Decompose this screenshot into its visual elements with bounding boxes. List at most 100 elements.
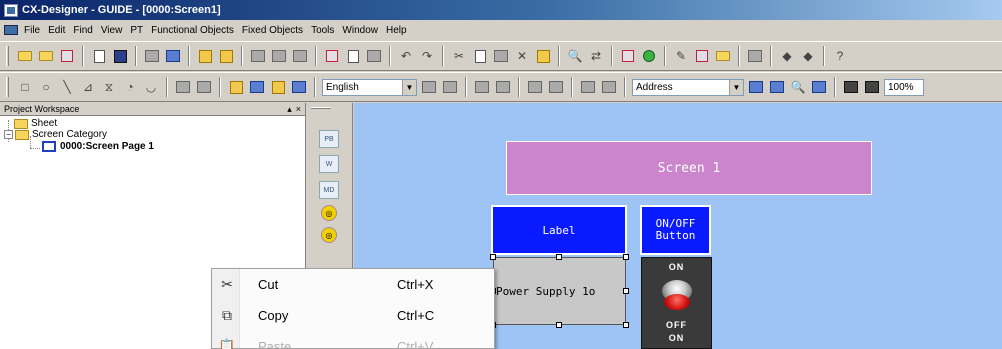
toolbar-grip-2[interactable]	[6, 77, 9, 97]
address-list-icon[interactable]	[768, 78, 786, 96]
resize-handle[interactable]	[623, 288, 629, 294]
screen-copy-icon[interactable]	[270, 47, 288, 65]
tree-item-sheet[interactable]: Sheet	[0, 118, 305, 129]
send-back-icon[interactable]	[248, 78, 266, 96]
paste-icon[interactable]	[492, 47, 510, 65]
context-menu-cut[interactable]: ✂ Cut Ctrl+X	[212, 269, 494, 299]
lamp-tool-icon[interactable]: ◎	[321, 205, 337, 221]
menu-pt[interactable]: PT	[126, 25, 147, 36]
grid-2-icon[interactable]	[863, 78, 881, 96]
redo-icon[interactable]: ↷	[418, 47, 436, 65]
show-2-icon[interactable]	[600, 78, 618, 96]
state-off-icon[interactable]	[494, 78, 512, 96]
menu-functional-objects[interactable]: Functional Objects	[147, 25, 238, 36]
align-left-icon[interactable]	[174, 78, 192, 96]
properties-icon[interactable]	[143, 47, 161, 65]
push-button-tool-icon[interactable]: PB	[319, 130, 339, 148]
copy-icon[interactable]	[471, 47, 489, 65]
print-icon[interactable]	[365, 47, 383, 65]
label-switch-icon[interactable]	[420, 78, 438, 96]
frame-icon[interactable]	[526, 78, 544, 96]
transfer-icon[interactable]	[164, 47, 182, 65]
library-icon[interactable]	[746, 47, 764, 65]
menu-window[interactable]: Window	[338, 25, 382, 36]
bring-front-icon[interactable]	[227, 78, 245, 96]
menu-file[interactable]: File	[20, 25, 44, 36]
resize-handle[interactable]	[556, 254, 562, 260]
polyline-icon[interactable]: ⊿	[79, 78, 97, 96]
chevron-down-icon[interactable]: ▼	[729, 79, 743, 95]
rectangle-icon[interactable]: □	[16, 78, 34, 96]
label-object[interactable]: Label	[491, 205, 627, 255]
ungroup-icon[interactable]	[290, 78, 308, 96]
tool-icon[interactable]: ✎	[672, 47, 690, 65]
test-icon[interactable]	[196, 47, 214, 65]
toggle-switch-object[interactable]: ON OFF ON	[641, 257, 712, 349]
print-preview-icon[interactable]	[344, 47, 362, 65]
grid-icon[interactable]	[842, 78, 860, 96]
address-table-icon[interactable]	[747, 78, 765, 96]
replace-icon[interactable]: ⇄	[587, 47, 605, 65]
bit-lamp-tool-icon[interactable]: ◎	[321, 227, 337, 243]
polygon-icon[interactable]: ⧖	[100, 78, 118, 96]
show-icon[interactable]	[579, 78, 597, 96]
save-icon[interactable]	[111, 47, 129, 65]
test-settings-icon[interactable]	[217, 47, 235, 65]
word-button-tool-icon[interactable]: W	[319, 155, 339, 173]
menu-tools[interactable]: Tools	[307, 25, 338, 36]
project-icon[interactable]	[58, 47, 76, 65]
resize-handle[interactable]	[556, 322, 562, 328]
tree-item-screen-page[interactable]: 0000:Screen Page 1	[0, 140, 305, 153]
language-select[interactable]: English ▼	[322, 78, 417, 96]
check-icon[interactable]	[619, 47, 637, 65]
address-select[interactable]: Address ▼	[632, 78, 744, 96]
select-icon[interactable]	[810, 78, 828, 96]
open-icon[interactable]	[37, 47, 55, 65]
status-icon[interactable]	[640, 47, 658, 65]
menu-help[interactable]: Help	[382, 25, 411, 36]
delete-icon[interactable]: ✕	[513, 47, 531, 65]
new-folder-icon[interactable]	[16, 47, 34, 65]
resize-handle[interactable]	[623, 322, 629, 328]
context-menu-paste[interactable]: 📋 Paste Ctrl+V	[212, 331, 494, 349]
settings-doc-icon[interactable]	[693, 47, 711, 65]
back-icon[interactable]: ◆	[778, 47, 796, 65]
pin-icon[interactable]: ▴	[287, 104, 292, 115]
circle-icon[interactable]: ○	[37, 78, 55, 96]
folder-icon[interactable]	[714, 47, 732, 65]
onoff-button-object[interactable]: ON/OFF Button	[640, 205, 711, 255]
align-right-icon[interactable]	[195, 78, 213, 96]
group-icon[interactable]	[269, 78, 287, 96]
resize-handle[interactable]	[623, 254, 629, 260]
context-menu-copy[interactable]: ⧉ Copy Ctrl+C	[212, 300, 494, 330]
zoom-select[interactable]: 100%	[884, 78, 924, 96]
multifunction-tool-icon[interactable]: MD	[319, 181, 339, 199]
chevron-down-icon[interactable]: ▼	[402, 79, 416, 95]
power-supply-object[interactable]: Power Supply 1o	[493, 257, 626, 325]
sector-icon[interactable]: ◔	[121, 78, 139, 96]
screen-title-object[interactable]: Screen 1	[506, 141, 872, 195]
zoom-icon[interactable]: 🔍	[789, 78, 807, 96]
toolbar-grip[interactable]	[6, 46, 9, 66]
menu-fixed-objects[interactable]: Fixed Objects	[238, 25, 307, 36]
cut-icon[interactable]: ✂	[450, 47, 468, 65]
state-on-icon[interactable]	[473, 78, 491, 96]
collapse-icon[interactable]: −	[4, 130, 13, 139]
line-icon[interactable]: ╲	[58, 78, 76, 96]
new-document-icon[interactable]	[90, 47, 108, 65]
arc-icon[interactable]: ◡	[142, 78, 160, 96]
select-all-icon[interactable]	[534, 47, 552, 65]
menu-view[interactable]: View	[97, 25, 127, 36]
page-icon[interactable]	[323, 47, 341, 65]
undo-icon[interactable]: ↶	[397, 47, 415, 65]
screen-new-icon[interactable]	[249, 47, 267, 65]
help-icon[interactable]: ?	[831, 47, 849, 65]
tree-item-screen-category[interactable]: − Screen Category	[0, 129, 305, 140]
forward-icon[interactable]: ◆	[799, 47, 817, 65]
close-icon[interactable]: ×	[296, 104, 301, 115]
find-icon[interactable]: 🔍	[566, 47, 584, 65]
menu-find[interactable]: Find	[69, 25, 96, 36]
resize-handle[interactable]	[490, 254, 496, 260]
document-window-icon[interactable]	[4, 25, 18, 35]
menu-edit[interactable]: Edit	[44, 25, 69, 36]
